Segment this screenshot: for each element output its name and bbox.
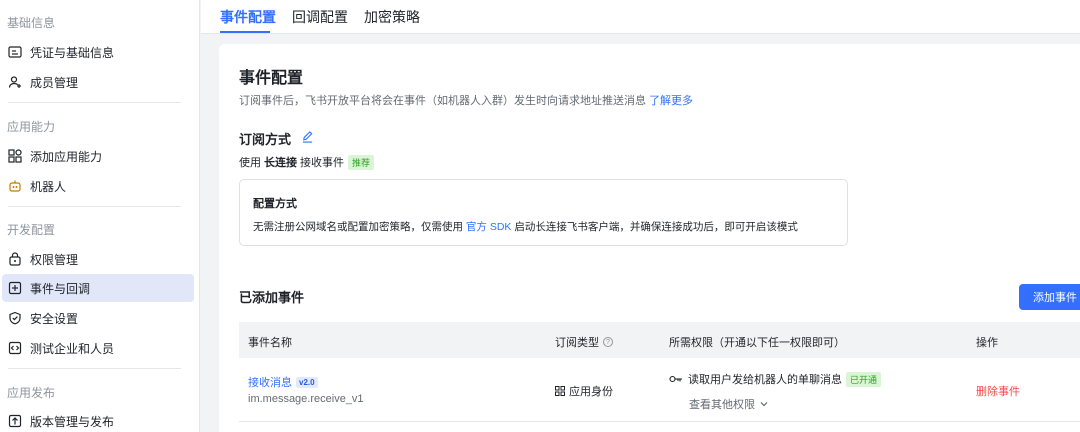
permission-item: 读取用户发给机器人的单聊消息 已开通 bbox=[669, 371, 882, 387]
help-icon[interactable]: ? bbox=[603, 337, 613, 347]
sdk-link[interactable]: 官方 SDK bbox=[466, 221, 512, 233]
tab-bar: 事件配置 回调配置 加密策略 bbox=[201, 0, 1080, 34]
th-subscription-type: 订阅类型 ? bbox=[555, 334, 613, 350]
sidebar-item-label: 权限管理 bbox=[30, 252, 79, 267]
sub-mode: 长连接 bbox=[264, 157, 297, 169]
lock-icon bbox=[8, 252, 22, 266]
sidebar-item-label: 成员管理 bbox=[30, 75, 79, 90]
th-actions: 操作 bbox=[976, 337, 998, 349]
sidebar-group-title: 开发配置 bbox=[7, 223, 56, 237]
event-name: 接收消息 bbox=[248, 377, 292, 389]
event-name-link[interactable]: 接收消息 v2.0 bbox=[248, 374, 318, 390]
enabled-badge: 已开通 bbox=[846, 371, 882, 387]
sidebar-divider bbox=[8, 206, 181, 207]
version-badge: v2.0 bbox=[296, 376, 318, 388]
sidebar-item-label: 事件与回调 bbox=[30, 281, 91, 296]
event-code: im.message.receive_v1 bbox=[248, 393, 364, 405]
robot-icon bbox=[8, 179, 22, 193]
sub-suffix: 接收事件 bbox=[300, 157, 344, 169]
edit-icon[interactable] bbox=[301, 130, 314, 143]
sub-prefix: 使用 bbox=[239, 157, 261, 169]
page-description: 订阅事件后，飞书开放平台将会在事件（如机器人入群）发生时向请求地址推送消息 了解… bbox=[239, 92, 693, 108]
th-permissions: 所需权限（开通以下任一权限即可） bbox=[669, 337, 845, 349]
event-icon bbox=[8, 281, 22, 295]
view-more-label: 查看其他权限 bbox=[689, 399, 755, 411]
tab-event-config[interactable]: 事件配置 bbox=[220, 7, 276, 27]
sidebar-item-credentials[interactable]: 凭证与基础信息 bbox=[2, 38, 194, 66]
table-header: 事件名称 订阅类型 ? 所需权限（开通以下任一权限即可） 操作 bbox=[239, 322, 1080, 358]
sidebar-group-title: 应用发布 bbox=[7, 386, 56, 400]
sidebar-group-title: 应用能力 bbox=[7, 120, 56, 134]
config-text-before: 无需注册公网域名或配置加密策略，仅需使用 bbox=[253, 221, 463, 233]
sidebar-item-label: 添加应用能力 bbox=[30, 149, 103, 164]
sidebar-item-test-tenant[interactable]: 测试企业和人员 bbox=[2, 334, 194, 362]
sidebar-item-label: 版本管理与发布 bbox=[30, 414, 115, 429]
subscription-type: 应用身份 bbox=[555, 383, 613, 399]
learn-more-link[interactable]: 了解更多 bbox=[649, 95, 693, 107]
key-icon bbox=[669, 375, 682, 383]
tab-callback-config[interactable]: 回调配置 bbox=[292, 7, 348, 27]
sidebar: 基础信息 凭证与基础信息 成员管理 应用能力 添加应用能力 机器人 开发配置 权… bbox=[0, 0, 200, 432]
subscribe-mode-line: 使用 长连接 接收事件 推荐 bbox=[239, 154, 375, 170]
th-subscription-type-label: 订阅类型 bbox=[555, 337, 599, 349]
upload-icon bbox=[8, 414, 22, 428]
sidebar-item-label: 测试企业和人员 bbox=[30, 341, 115, 356]
tab-active-indicator bbox=[220, 31, 270, 33]
view-more-permissions[interactable]: 查看其他权限 bbox=[689, 396, 769, 412]
sidebar-item-release[interactable]: 版本管理与发布 bbox=[2, 407, 194, 432]
event-config-card: 事件配置 订阅事件后，飞书开放平台将会在事件（如机器人入群）发生时向请求地址推送… bbox=[219, 44, 1080, 432]
description-text: 订阅事件后，飞书开放平台将会在事件（如机器人入群）发生时向请求地址推送消息 bbox=[239, 95, 646, 107]
add-event-button[interactable]: 添加事件 bbox=[1019, 284, 1080, 310]
sidebar-item-bot[interactable]: 机器人 bbox=[2, 172, 194, 200]
apps-add-icon bbox=[8, 149, 22, 163]
table-row: 接收消息 v2.0 im.message.receive_v1 应用身份 读取用… bbox=[239, 358, 1080, 422]
subscription-type-label: 应用身份 bbox=[569, 386, 613, 398]
shield-icon bbox=[8, 311, 22, 325]
added-events-title: 已添加事件 bbox=[239, 290, 305, 305]
sidebar-item-label: 机器人 bbox=[30, 179, 67, 194]
sidebar-divider bbox=[8, 368, 181, 369]
config-box-text: 无需注册公网域名或配置加密策略，仅需使用 官方 SDK 启动长连接飞书客户端，并… bbox=[253, 219, 798, 234]
subscribe-method-title: 订阅方式 bbox=[239, 132, 292, 147]
delete-event-button[interactable]: 删除事件 bbox=[976, 383, 1020, 399]
test-icon bbox=[8, 341, 22, 355]
recommend-badge: 推荐 bbox=[348, 154, 375, 170]
config-info-box: 配置方式 无需注册公网域名或配置加密策略，仅需使用 官方 SDK 启动长连接飞书… bbox=[239, 179, 848, 246]
sidebar-item-security[interactable]: 安全设置 bbox=[2, 304, 194, 332]
user-add-icon bbox=[8, 75, 22, 89]
sidebar-item-add-capability[interactable]: 添加应用能力 bbox=[2, 142, 194, 170]
page-title: 事件配置 bbox=[239, 70, 304, 87]
tab-encryption[interactable]: 加密策略 bbox=[364, 7, 420, 27]
config-text-after: 启动长连接飞书客户端，并确保连接成功后，即可开启该模式 bbox=[514, 221, 798, 233]
sidebar-item-members[interactable]: 成员管理 bbox=[2, 68, 194, 96]
id-card-icon bbox=[8, 45, 22, 59]
sidebar-item-label: 安全设置 bbox=[30, 311, 79, 326]
config-box-title: 配置方式 bbox=[253, 198, 297, 210]
sidebar-item-label: 凭证与基础信息 bbox=[30, 45, 115, 60]
sidebar-item-permissions[interactable]: 权限管理 bbox=[2, 245, 194, 273]
permission-label: 读取用户发给机器人的单聊消息 bbox=[688, 374, 842, 386]
app-grid-icon bbox=[555, 386, 565, 396]
sidebar-item-events[interactable]: 事件与回调 bbox=[2, 274, 194, 302]
sidebar-group-title: 基础信息 bbox=[7, 16, 56, 30]
th-event-name: 事件名称 bbox=[248, 337, 292, 349]
chevron-down-icon bbox=[760, 402, 768, 407]
sidebar-divider bbox=[8, 102, 181, 103]
